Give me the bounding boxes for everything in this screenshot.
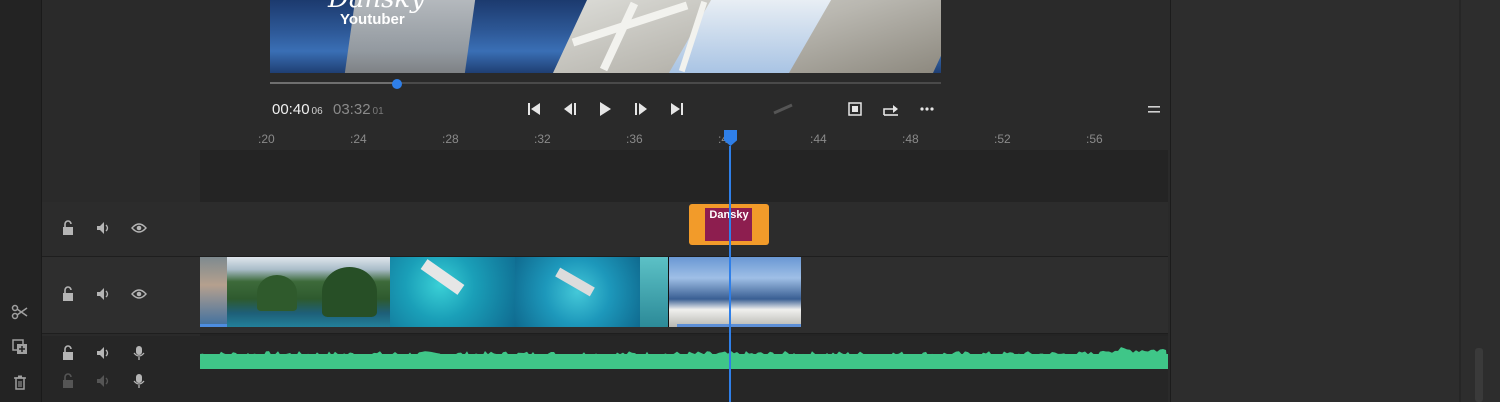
right-panel (1170, 0, 1500, 402)
ruler-tick-label: :36 (626, 132, 643, 146)
ruler-tick-label: :44 (810, 132, 827, 146)
left-toolbar (0, 0, 42, 402)
export-button[interactable] (880, 98, 902, 120)
step-forward-icon (635, 103, 647, 115)
video-clip-aerial-sea[interactable] (515, 257, 640, 327)
clip-audio-bar (200, 324, 227, 327)
title-track[interactable] (42, 202, 1168, 256)
audio-waveform[interactable] (200, 340, 1168, 369)
duration-time: 03:32 (333, 101, 371, 118)
video-preview[interactable]: Dansky Youtuber (270, 0, 941, 73)
fit-screen-icon (848, 102, 862, 116)
skip-to-start-icon (528, 103, 540, 115)
panel-divider (1459, 0, 1461, 402)
current-frames: 06 (311, 106, 323, 117)
preview-scrubber[interactable] (270, 82, 941, 84)
microphone-icon[interactable] (130, 373, 148, 389)
ruler-tick-label: :20 (258, 132, 275, 146)
duration-timecode: 03:32 01 (333, 101, 384, 118)
ruler-tick-label: :48 (902, 132, 919, 146)
clip-island-shape (322, 267, 377, 317)
video-clip-aerial-edge[interactable] (640, 257, 668, 327)
preview-subtitle: Youtuber (340, 11, 405, 28)
fit-screen-button[interactable] (844, 98, 866, 120)
eye-icon[interactable] (130, 286, 148, 302)
step-back-icon (564, 103, 576, 115)
trash-icon[interactable] (10, 373, 30, 393)
current-timecode: 00:40 06 (272, 101, 323, 118)
volume-fade-icon (773, 103, 793, 115)
play-icon (600, 102, 611, 116)
eye-icon[interactable] (130, 220, 148, 236)
more-options-button[interactable] (916, 98, 938, 120)
ruler-tick-label: :28 (442, 132, 459, 146)
skip-to-start-button[interactable] (523, 98, 545, 120)
playhead-line (729, 146, 731, 402)
more-icon (920, 107, 934, 111)
speaker-icon[interactable] (95, 345, 113, 361)
clip-boat-shape (420, 259, 465, 295)
speaker-icon[interactable] (95, 373, 113, 389)
duplicate-icon[interactable] (10, 337, 30, 357)
volume-slider-faded[interactable] (772, 98, 794, 120)
lock-icon[interactable] (59, 373, 77, 389)
ruler-tick-label: :52 (994, 132, 1011, 146)
duration-frames: 01 (372, 106, 384, 117)
ruler-tick-label: :32 (534, 132, 551, 146)
lock-icon[interactable] (59, 345, 77, 361)
speaker-icon[interactable] (95, 220, 113, 236)
video-clip-aerial-boat[interactable] (390, 257, 515, 327)
scissors-icon[interactable] (10, 302, 30, 322)
panel-scrollbar[interactable] (1475, 348, 1483, 402)
menu-icon (1148, 106, 1160, 113)
scrubber-progress (270, 82, 398, 84)
video-clip-boat-deck[interactable] (668, 257, 801, 327)
ruler-tick-label: :56 (1086, 132, 1103, 146)
panel-menu-button[interactable] (1143, 98, 1165, 120)
step-back-button[interactable] (559, 98, 581, 120)
video-clip-islands[interactable] (227, 257, 390, 327)
play-button[interactable] (594, 98, 616, 120)
clip-audio-bar (677, 324, 801, 327)
waveform-body (200, 354, 1168, 369)
speaker-icon[interactable] (95, 286, 113, 302)
clip-boat-shape (555, 267, 595, 297)
video-clip-portrait[interactable] (200, 257, 227, 327)
lock-icon[interactable] (59, 220, 77, 236)
skip-to-end-icon (671, 103, 683, 115)
clip-island-shape (257, 275, 297, 311)
step-forward-button[interactable] (630, 98, 652, 120)
skip-to-end-button[interactable] (666, 98, 688, 120)
current-time: 00:40 (272, 101, 310, 118)
ruler-tick-label: :24 (350, 132, 367, 146)
lock-icon[interactable] (59, 286, 77, 302)
export-icon (883, 105, 898, 116)
microphone-icon[interactable] (130, 345, 148, 361)
